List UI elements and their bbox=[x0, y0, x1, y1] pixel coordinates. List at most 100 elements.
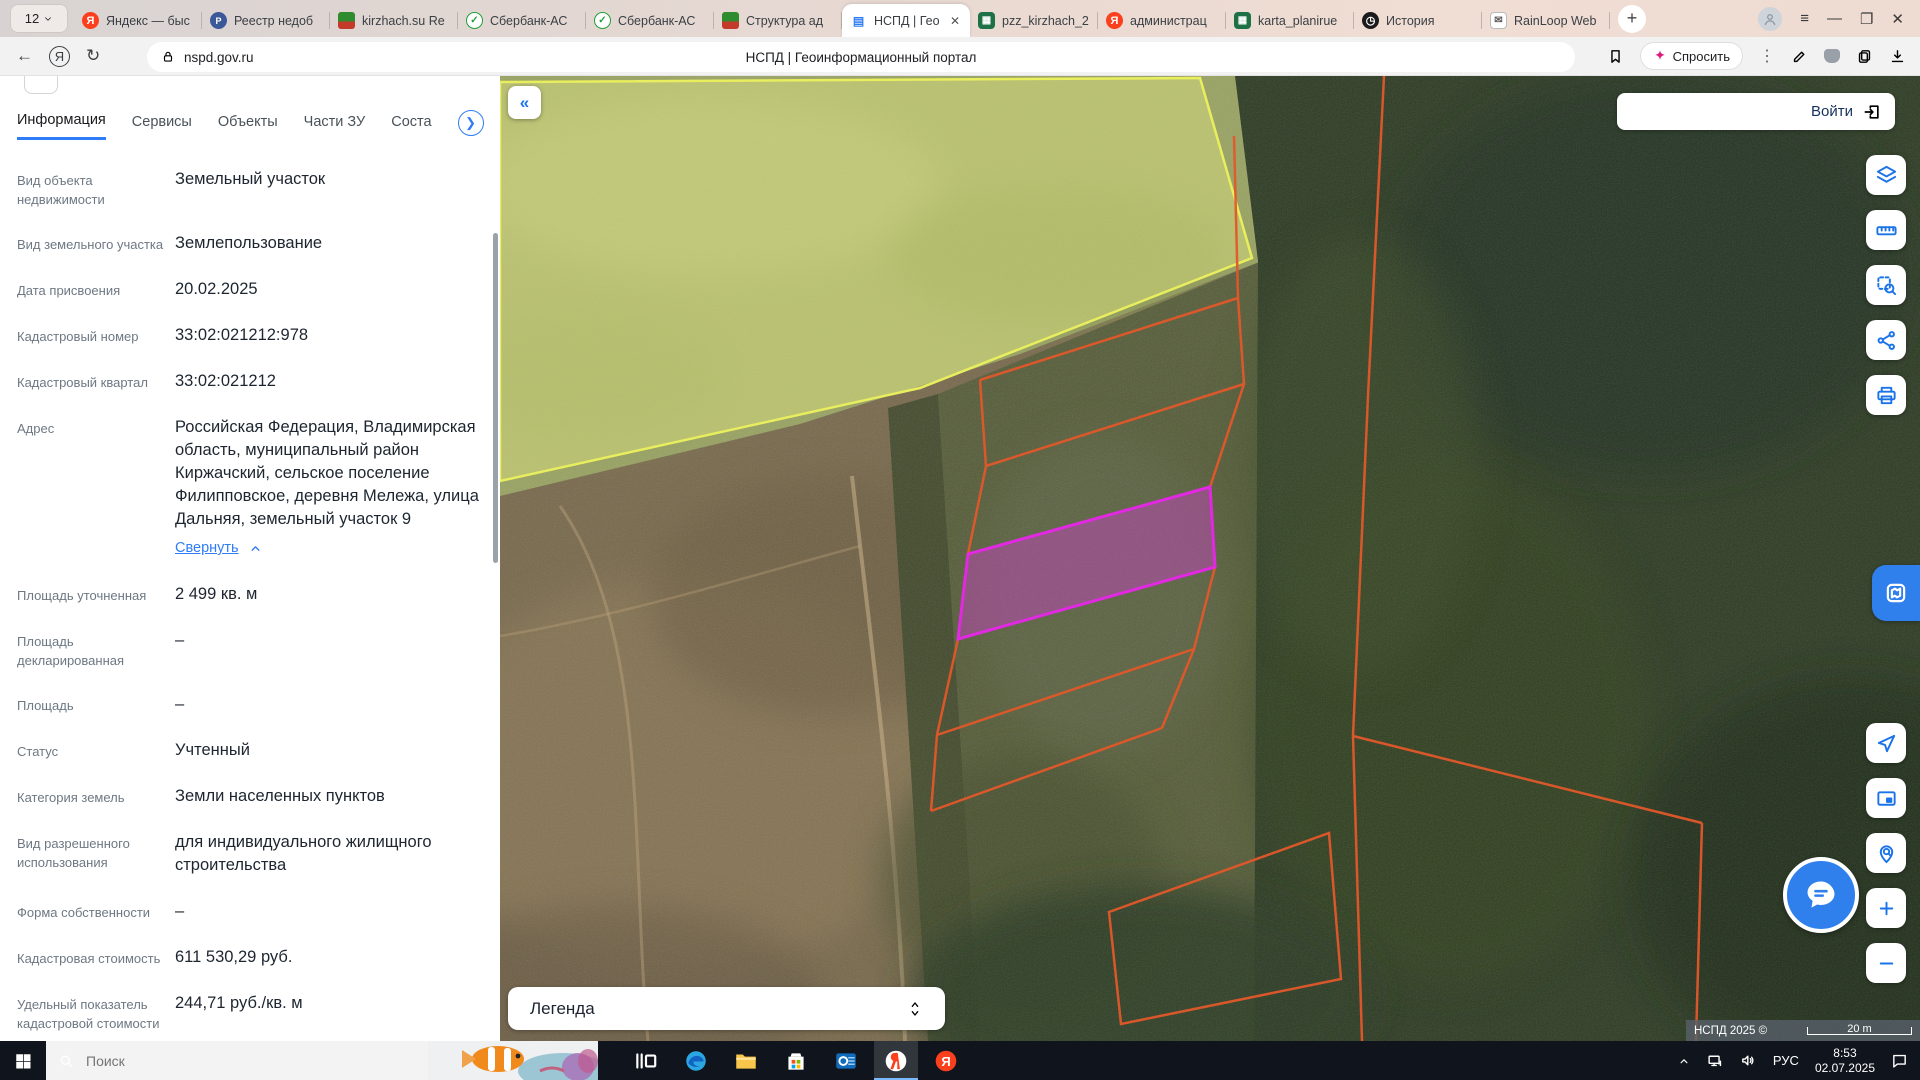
chat-fab[interactable] bbox=[1783, 857, 1859, 933]
start-button[interactable] bbox=[0, 1041, 46, 1080]
more-menu-button[interactable]: ⋮ bbox=[1759, 46, 1775, 66]
browser-tab[interactable]: ◷История bbox=[1354, 4, 1482, 37]
tab-title: Структура ад bbox=[746, 14, 834, 28]
field-label: Дата присвоения bbox=[17, 278, 175, 301]
print-button[interactable] bbox=[1866, 375, 1906, 415]
reload-button[interactable]: ↻ bbox=[86, 46, 100, 66]
taskbar-app-store[interactable] bbox=[774, 1041, 818, 1080]
tab-title: Сбербанк-АС bbox=[618, 14, 706, 28]
taskbar-clock[interactable]: 8:53 02.07.2025 bbox=[1815, 1046, 1875, 1076]
layers-button[interactable] bbox=[1866, 155, 1906, 195]
panel-tabs-next-button[interactable]: ❯ bbox=[458, 110, 484, 136]
area-search-button[interactable] bbox=[1866, 265, 1906, 305]
collections-icon[interactable] bbox=[1856, 48, 1873, 65]
attribution-text: НСПД 2025 © bbox=[1694, 1025, 1767, 1037]
tray-expand-icon[interactable] bbox=[1677, 1054, 1691, 1068]
pen-extension-icon[interactable] bbox=[1791, 48, 1808, 65]
back-button[interactable]: ← bbox=[16, 46, 33, 66]
field-label: Форма собственности bbox=[17, 900, 175, 923]
close-button[interactable]: ✕ bbox=[1891, 10, 1904, 28]
zoom-out-button[interactable] bbox=[1866, 943, 1906, 983]
legend-label: Легенда bbox=[530, 999, 907, 1019]
taskbar-app-edge[interactable] bbox=[674, 1041, 718, 1080]
ruler-button[interactable] bbox=[1866, 210, 1906, 250]
panel-tab-объекты[interactable]: Объекты bbox=[218, 114, 278, 139]
panel-tab-сервисы[interactable]: Сервисы bbox=[132, 114, 192, 139]
taskbar-app-task-view[interactable] bbox=[624, 1041, 668, 1080]
share-button[interactable] bbox=[1866, 320, 1906, 360]
store-icon bbox=[783, 1048, 809, 1074]
browser-tab[interactable]: kirzhach.su Re bbox=[330, 4, 458, 37]
url-field[interactable]: nspd.gov.ru НСПД | Геоинформационный пор… bbox=[147, 42, 1575, 72]
taskbar-app-outlook[interactable] bbox=[824, 1041, 868, 1080]
taskbar-app-yandex-browser[interactable] bbox=[874, 1041, 918, 1080]
browser-tab[interactable]: ▤НСПД | Гео✕ bbox=[842, 4, 970, 37]
minimize-button[interactable]: — bbox=[1827, 10, 1842, 27]
panel-tab-части зу[interactable]: Части ЗУ bbox=[304, 114, 366, 139]
location-search-button[interactable] bbox=[1866, 833, 1906, 873]
yandex-icon: Я bbox=[933, 1048, 959, 1074]
map-viewport[interactable]: « Войти Легенда НСПД 2025 © 20 m bbox=[500, 76, 1920, 1041]
browser-tab[interactable]: Структура ад bbox=[714, 4, 842, 37]
sort-chevrons-icon bbox=[907, 999, 923, 1019]
tab-counter[interactable]: 12 bbox=[10, 4, 68, 33]
field-value: – bbox=[175, 693, 483, 716]
sparkle-icon bbox=[1653, 49, 1667, 63]
field-label: Кадастровый номер bbox=[17, 324, 175, 347]
new-tab-button[interactable]: + bbox=[1618, 5, 1646, 33]
legend-bar[interactable]: Легенда bbox=[508, 987, 945, 1030]
maximize-button[interactable]: ❐ bbox=[1860, 10, 1873, 28]
extension-icon[interactable] bbox=[1824, 49, 1840, 63]
browser-tab[interactable]: ✓Сбербанк-АС bbox=[458, 4, 586, 37]
panel-tab-информация[interactable]: Информация bbox=[17, 112, 106, 140]
panel-collapse-button[interactable]: « bbox=[508, 86, 541, 119]
browser-tab[interactable]: ✓Сбербанк-АС bbox=[586, 4, 714, 37]
layers-icon bbox=[1875, 164, 1898, 187]
field-label: Вид разрешенного использования bbox=[17, 831, 175, 877]
login-bar[interactable]: Войти bbox=[1617, 93, 1895, 130]
browser-tab[interactable]: ЯЯндекс — быс bbox=[74, 4, 202, 37]
herb-favicon-icon bbox=[338, 12, 355, 29]
tab-close-icon[interactable]: ✕ bbox=[948, 14, 962, 28]
field-row: Дата присвоения20.02.2025 bbox=[17, 278, 483, 301]
download-icon[interactable] bbox=[1889, 48, 1906, 65]
browser-tab[interactable]: ▦karta_planirue bbox=[1226, 4, 1354, 37]
field-row: Форма собственности– bbox=[17, 900, 483, 923]
taskbar-app-explorer[interactable] bbox=[724, 1041, 768, 1080]
field-value: 20.02.2025 bbox=[175, 278, 483, 301]
taskbar-search[interactable] bbox=[46, 1041, 598, 1080]
yandex-home-button[interactable]: Я bbox=[49, 46, 70, 67]
yandex-favicon-icon: Я bbox=[1106, 12, 1123, 29]
system-tray: РУС 8:53 02.07.2025 bbox=[1677, 1046, 1920, 1076]
language-indicator[interactable]: РУС bbox=[1773, 1053, 1799, 1068]
browser-tab[interactable]: Яадминистрац bbox=[1098, 4, 1226, 37]
field-row: Кадастровый номер33:02:021212:978 bbox=[17, 324, 483, 347]
zoom-in-button[interactable] bbox=[1866, 888, 1906, 928]
object-info-panel: ИнформацияСервисыОбъектыЧасти ЗУСоста❯П … bbox=[0, 76, 500, 1041]
clipped-panel-button[interactable] bbox=[24, 76, 58, 94]
locate-button[interactable] bbox=[1866, 723, 1906, 763]
overview-frame-button[interactable] bbox=[1866, 778, 1906, 818]
taskbar-app-yandex[interactable]: Я bbox=[924, 1041, 968, 1080]
nspd-widget-button[interactable] bbox=[1872, 565, 1920, 621]
browser-menu-button[interactable]: ≡ bbox=[1800, 10, 1809, 27]
nspd-favicon-icon: ▤ bbox=[850, 12, 867, 29]
chevron-up-icon bbox=[249, 542, 262, 555]
network-icon[interactable] bbox=[1707, 1052, 1724, 1069]
browser-tab[interactable]: РРеестр недоб bbox=[202, 4, 330, 37]
panel-scrollbar[interactable] bbox=[493, 233, 498, 563]
browser-tab[interactable]: ✉RainLoop Web bbox=[1482, 4, 1610, 37]
bookmark-icon[interactable] bbox=[1607, 48, 1624, 65]
ask-ai-button[interactable]: Спросить bbox=[1640, 42, 1743, 70]
search-input[interactable] bbox=[84, 1052, 384, 1070]
field-label: Площадь bbox=[17, 693, 175, 716]
notification-icon[interactable] bbox=[1891, 1052, 1908, 1069]
browser-tab[interactable]: ▦pzz_kirzhach_2 bbox=[970, 4, 1098, 37]
panel-tab-соста[interactable]: Соста bbox=[391, 114, 431, 139]
collapse-address-link[interactable]: Свернуть bbox=[175, 537, 262, 560]
profile-avatar[interactable] bbox=[1758, 7, 1782, 31]
field-row: АдресРоссийская Федерация, Владимирская … bbox=[17, 416, 483, 560]
volume-icon[interactable] bbox=[1740, 1052, 1757, 1069]
scale-bar: 20 m bbox=[1807, 1027, 1912, 1035]
field-value: 33:02:021212:978 bbox=[175, 324, 483, 347]
